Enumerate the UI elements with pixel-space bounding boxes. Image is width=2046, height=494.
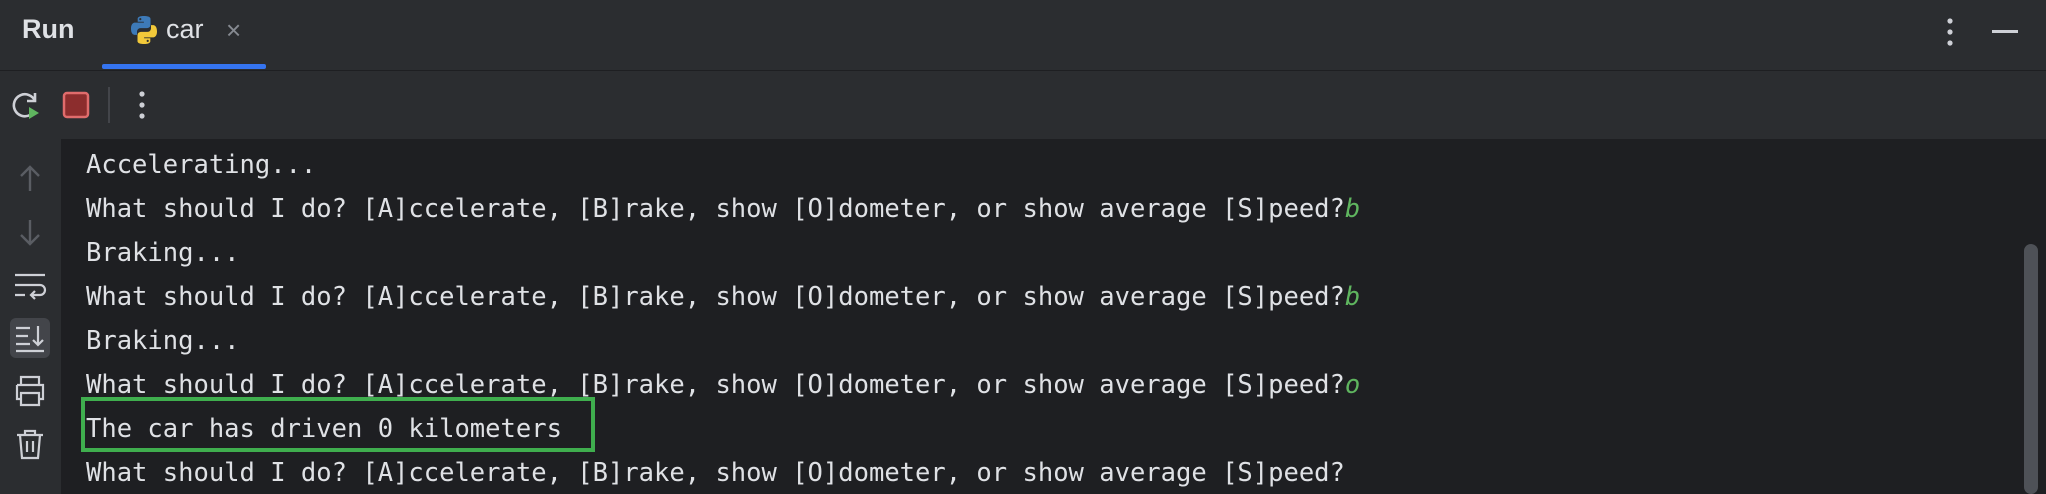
console-line: What should I do? [A]ccelerate, [B]rake,… (86, 277, 1360, 317)
console-output[interactable]: Accelerating... What should I do? [A]cce… (62, 139, 2016, 494)
console-line-text: What should I do? [A]ccelerate, [B]rake,… (86, 458, 1345, 488)
user-input: b (1344, 194, 1361, 224)
more-vertical-icon[interactable] (124, 87, 160, 123)
user-input: b (1344, 282, 1361, 312)
console-line-text: What should I do? [A]ccelerate, [B]rake,… (86, 282, 1345, 312)
tool-window-header: Run car × (0, 0, 2046, 71)
trash-icon[interactable] (10, 424, 50, 464)
soft-wrap-icon[interactable] (10, 265, 50, 305)
toolbar-separator (108, 87, 110, 123)
stop-icon[interactable] (58, 87, 94, 123)
console-line: Braking... (86, 321, 240, 361)
console-line-text: Braking... (86, 326, 240, 356)
python-icon (131, 16, 157, 44)
console-line-text: Braking... (86, 238, 240, 268)
rerun-icon[interactable] (8, 87, 44, 123)
scroll-to-end-icon[interactable] (10, 318, 50, 358)
console-line: What should I do? [A]ccelerate, [B]rake,… (86, 453, 1345, 493)
console-line-text: What should I do? [A]ccelerate, [B]rake,… (86, 194, 1345, 224)
vertical-scrollbar[interactable] (2016, 139, 2046, 494)
console-sidebar (0, 139, 62, 494)
scrollbar-thumb[interactable] (2024, 244, 2038, 494)
print-icon[interactable] (10, 371, 50, 411)
options-kebab-icon[interactable] (1942, 14, 1958, 50)
tool-window-title: Run (22, 14, 75, 44)
console-line: Braking... (86, 233, 240, 273)
arrow-down-icon[interactable] (10, 212, 50, 252)
close-tab-icon[interactable]: × (226, 14, 241, 46)
arrow-up-icon[interactable] (10, 159, 50, 199)
minimize-icon[interactable] (1990, 14, 2020, 50)
console-line: What should I do? [A]ccelerate, [B]rake,… (86, 189, 1360, 229)
active-tab-indicator (102, 64, 266, 69)
console-line: Accelerating... (86, 145, 316, 185)
console-line-text: What should I do? [A]ccelerate, [B]rake,… (86, 370, 1345, 400)
highlight-box (81, 397, 595, 452)
console-line-text: Accelerating... (86, 150, 317, 180)
user-input: o (1344, 370, 1361, 400)
run-toolbar (0, 71, 2046, 139)
tab-car[interactable]: car × (102, 0, 266, 70)
tab-label: car (166, 14, 204, 44)
